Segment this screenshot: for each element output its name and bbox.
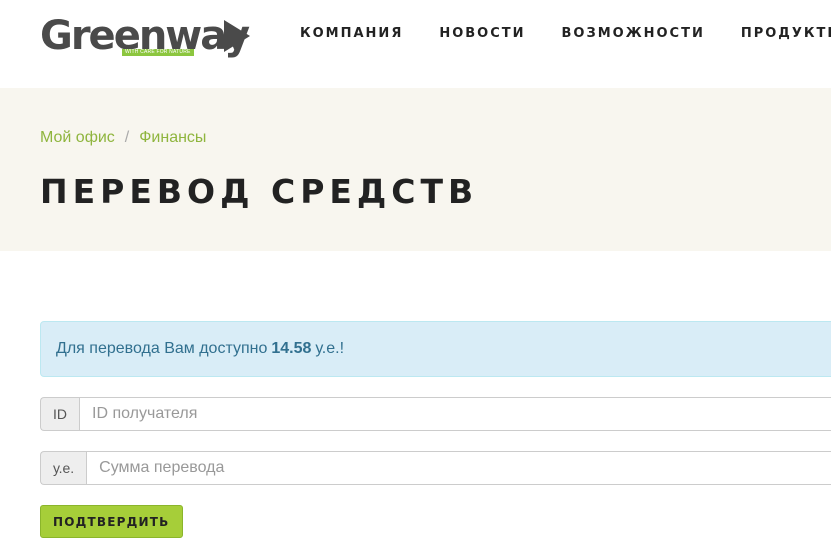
transfer-amount-group: у.е. xyxy=(40,451,831,485)
page-title: ПЕРЕВОД СРЕДСТВ xyxy=(40,172,479,211)
available-balance-alert: Для перевода Вам доступно 14.58 у.е.! xyxy=(40,321,831,377)
breadcrumb-my-office[interactable]: Мой офис xyxy=(40,128,115,148)
nav-item-news[interactable]: НОВОСТИ xyxy=(439,26,525,42)
alert-suffix: у.е.! xyxy=(315,340,345,357)
available-amount: 14.58 xyxy=(271,340,312,357)
breadcrumb-finances[interactable]: Финансы xyxy=(139,128,206,148)
recipient-id-group: ID xyxy=(40,397,831,431)
site-header: Greenway WITH CARE FOR NATURE КОМПАНИЯ Н… xyxy=(0,0,831,88)
recipient-id-addon: ID xyxy=(40,397,79,431)
alert-prefix: Для перевода Вам доступно xyxy=(56,340,268,357)
breadcrumb: Мой офис / Финансы xyxy=(40,128,206,148)
confirm-button[interactable]: ПОДТВЕРДИТЬ xyxy=(40,505,183,538)
recipient-id-input[interactable] xyxy=(79,397,831,431)
logo-tagline: WITH CARE FOR NATURE xyxy=(122,49,194,56)
breadcrumb-separator: / xyxy=(124,129,130,146)
play-arrow-icon xyxy=(224,20,250,52)
greenway-logo[interactable]: Greenway WITH CARE FOR NATURE xyxy=(40,14,252,60)
currency-addon: у.е. xyxy=(40,451,87,485)
nav-item-opportunities[interactable]: ВОЗМОЖНОСТИ xyxy=(562,26,705,42)
nav-item-products[interactable]: ПРОДУКТЫ xyxy=(741,26,831,42)
page-title-band: Мой офис / Финансы ПЕРЕВОД СРЕДСТВ xyxy=(0,88,831,251)
main-nav: КОМПАНИЯ НОВОСТИ ВОЗМОЖНОСТИ ПРОДУКТЫ xyxy=(300,26,831,42)
transfer-amount-input[interactable] xyxy=(86,451,831,485)
nav-item-company[interactable]: КОМПАНИЯ xyxy=(300,26,403,42)
